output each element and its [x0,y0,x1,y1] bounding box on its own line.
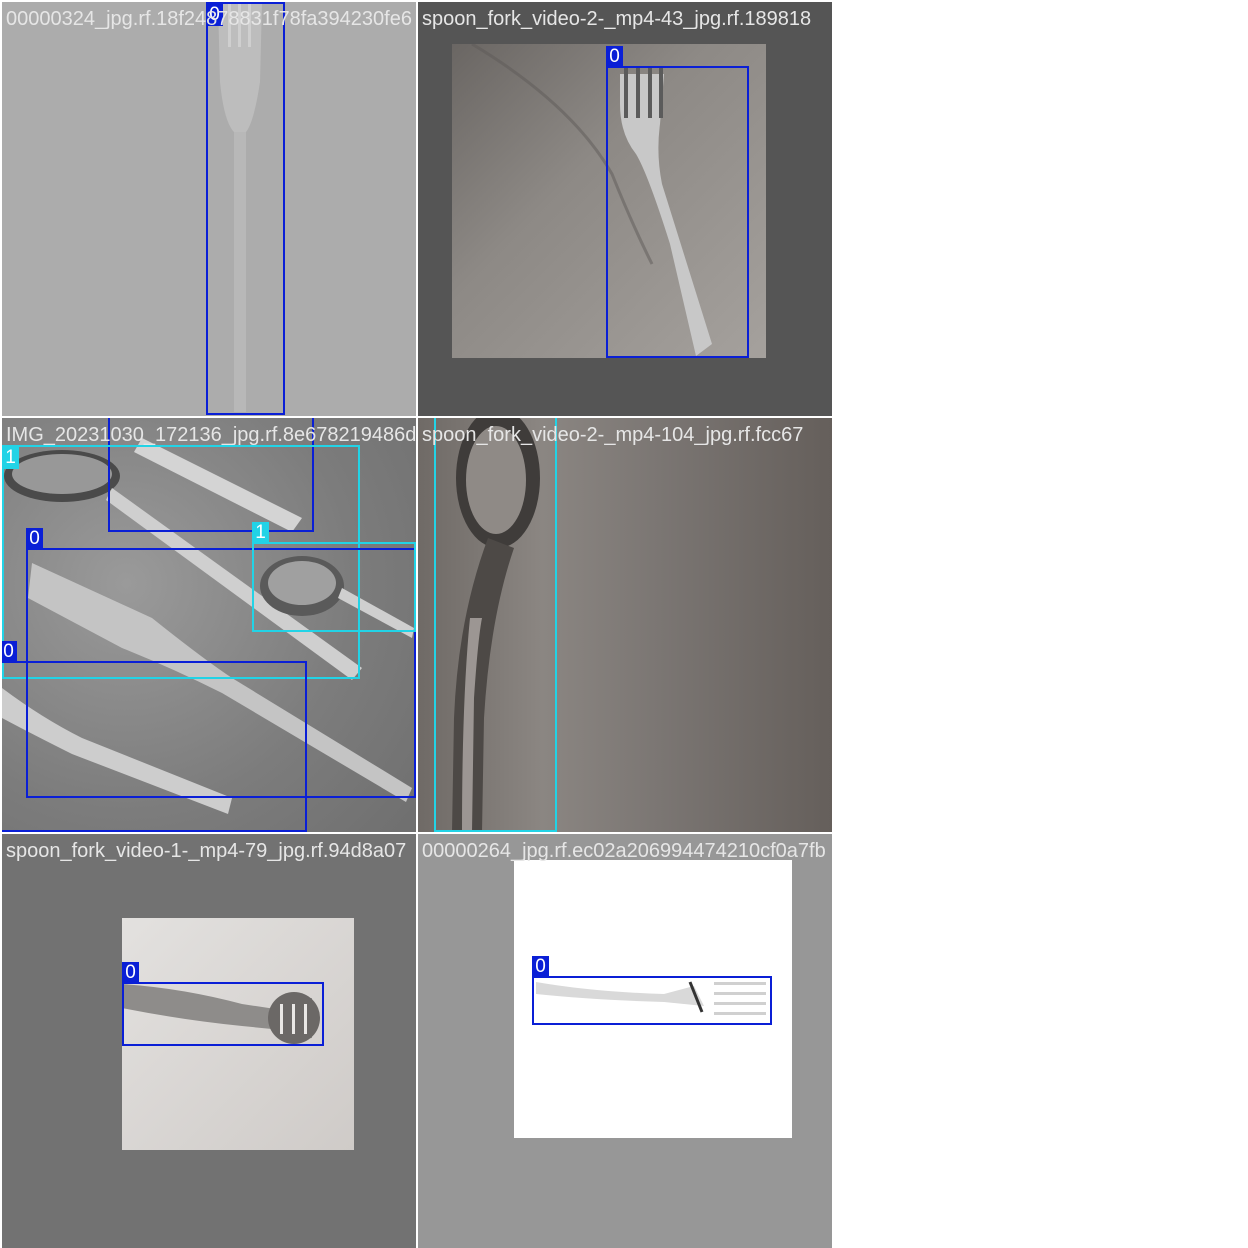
mosaic-tile-5: spoon_fork_video-1-_mp4-79_jpg.rf.94d8a0… [2,834,416,1248]
class-label: 0 [532,956,549,978]
bbox-spoon: 1 [434,418,557,832]
bbox-fork: 0 [532,956,772,1025]
image-filename: 00000324_jpg.rf.18f24878831f78fa394230fe… [6,8,412,30]
mosaic-tile-4: spoon_fork_video-2-_mp4-104_jpg.rf.fcc67… [418,418,832,832]
bbox-fork: 0 [122,962,324,1046]
bbox-fork: 0 [606,46,749,358]
image-filename: spoon_fork_video-2-_mp4-104_jpg.rf.fcc67 [422,424,804,446]
bbox-fork: 0 [206,2,285,415]
image-filename: IMG_20231030_172136_jpg.rf.8e678219486d [6,424,416,446]
class-label: 1 [252,522,269,544]
class-label: 0 [606,46,623,68]
bbox-spoon: 1 [252,522,416,632]
image-filename: spoon_fork_video-2-_mp4-43_jpg.rf.189818 [422,8,812,30]
mosaic-tile-3: IMG_20231030_172136_jpg.rf.8e678219486d … [2,418,416,832]
class-label: 0 [2,641,17,663]
image-filename: spoon_fork_video-1-_mp4-79_jpg.rf.94d8a0… [6,840,407,862]
bbox-fork: 0 [2,641,307,832]
mosaic-tile-6: 00000264_jpg.rf.ec02a206994474210cf0a7fb… [418,834,832,1248]
image-filename: 00000264_jpg.rf.ec02a206994474210cf0a7fb [422,840,826,862]
class-label: 1 [2,447,19,469]
class-label: 0 [122,962,139,984]
class-label: 0 [26,528,43,550]
mosaic-tile-1: 00000324_jpg.rf.18f24878831f78fa394230fe… [2,2,416,416]
mosaic-tile-2: spoon_fork_video-2-_mp4-43_jpg.rf.189818… [418,2,832,416]
